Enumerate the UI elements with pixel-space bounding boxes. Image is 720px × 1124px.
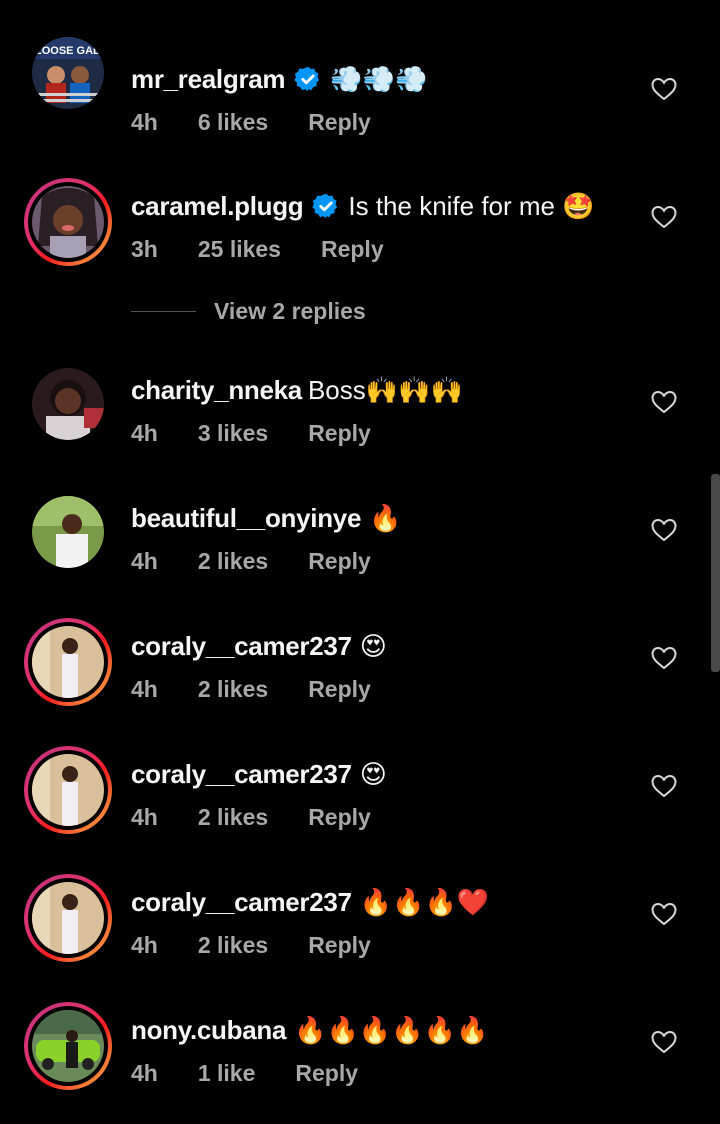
comment-header: coraly__camer237 😍 <box>131 754 387 794</box>
username[interactable]: mr_realgram <box>131 64 286 95</box>
verified-badge-icon <box>312 192 340 220</box>
comment-item: coraly__camer237 😍 4h 2 likes Reply <box>0 618 720 728</box>
reply-button[interactable]: Reply <box>308 548 371 575</box>
likes-count[interactable]: 2 likes <box>198 676 268 703</box>
comment-text: 😍 <box>359 758 387 789</box>
comment-time: 4h <box>131 108 158 135</box>
heart-outline-icon[interactable] <box>651 902 677 926</box>
avatar-image <box>32 1010 104 1082</box>
username[interactable]: charity_nneka <box>131 375 302 406</box>
reply-button[interactable]: Reply <box>308 676 371 703</box>
comment-meta: 4h 1 like Reply <box>131 1058 358 1088</box>
avatar-image <box>32 626 104 698</box>
username[interactable]: caramel.plugg <box>131 191 304 222</box>
heart-outline-icon[interactable] <box>651 646 677 670</box>
comment-meta: 4h 2 likes Reply <box>131 930 371 960</box>
avatar-image <box>32 882 104 954</box>
comment-meta: 4h 2 likes Reply <box>131 546 371 576</box>
avatar[interactable]: LOOSE GAD <box>24 29 112 117</box>
comment-text: 💨💨💨 <box>330 63 428 94</box>
comment-header: charity_nneka Boss🙌🙌🙌 <box>131 370 463 410</box>
comment-time: 4h <box>131 1059 158 1086</box>
comment-header: coraly__camer237 😍 <box>131 626 387 666</box>
heart-outline-icon[interactable] <box>651 518 677 542</box>
divider-line <box>131 310 196 312</box>
comment-text: Boss🙌🙌🙌 <box>307 374 463 405</box>
avatar-story-ring[interactable] <box>24 178 112 266</box>
comment-time: 4h <box>131 931 158 958</box>
avatar[interactable] <box>24 488 112 576</box>
reply-button[interactable]: Reply <box>308 420 371 447</box>
avatar-story-ring[interactable] <box>24 618 112 706</box>
comment-meta: 4h 2 likes Reply <box>131 674 371 704</box>
likes-count[interactable]: 25 likes <box>198 236 281 263</box>
avatar-image <box>32 186 104 258</box>
reply-button[interactable]: Reply <box>308 109 371 136</box>
username[interactable]: beautiful__onyinye <box>131 503 361 534</box>
verified-badge-icon <box>294 65 322 93</box>
likes-count[interactable]: 2 likes <box>198 548 268 575</box>
username[interactable]: coraly__camer237 <box>131 887 352 918</box>
comment-time: 4h <box>131 419 158 446</box>
likes-count[interactable]: 2 likes <box>198 804 268 831</box>
avatar-image <box>32 754 104 826</box>
comment-item: beautiful__onyinye 🔥 4h 2 likes Reply <box>0 490 720 600</box>
comment-text: 😍 <box>359 630 387 661</box>
avatar-image <box>32 368 104 440</box>
heart-outline-icon[interactable] <box>651 390 677 414</box>
comment-text: 🔥 <box>369 502 402 533</box>
avatar[interactable] <box>24 360 112 448</box>
comment-item: caramel.plugg Is the knife for me 🤩 3h 2… <box>0 178 720 288</box>
likes-count[interactable]: 2 likes <box>198 932 268 959</box>
avatar-story-ring[interactable] <box>24 746 112 834</box>
comment-time: 3h <box>131 235 158 262</box>
likes-count[interactable]: 6 likes <box>198 109 268 136</box>
reply-button[interactable]: Reply <box>321 236 384 263</box>
avatar-caption: LOOSE GAD <box>35 45 101 57</box>
comment-item: LOOSE GAD mr_realgram 💨💨💨 4h 6 likes Rep… <box>0 37 720 161</box>
avatar-story-ring[interactable] <box>24 874 112 962</box>
comment-time: 4h <box>131 803 158 830</box>
comment-header: mr_realgram 💨💨💨 <box>131 59 427 99</box>
comment-meta: 4h 3 likes Reply <box>131 418 371 448</box>
comment-text: Is the knife for me 🤩 <box>348 190 595 221</box>
comment-item: nony.cubana 🔥🔥🔥🔥🔥🔥 4h 1 like Reply <box>0 1002 720 1112</box>
reply-button[interactable]: Reply <box>308 804 371 831</box>
comment-meta: 3h 25 likes Reply <box>131 234 384 264</box>
comment-header: beautiful__onyinye 🔥 <box>131 498 401 538</box>
username[interactable]: coraly__camer237 <box>131 759 352 790</box>
view-replies-button[interactable]: View 2 replies <box>131 296 366 326</box>
comment-time: 4h <box>131 675 158 702</box>
comment-time: 4h <box>131 547 158 574</box>
comment-item: charity_nneka Boss🙌🙌🙌 4h 3 likes Reply <box>0 362 720 472</box>
comment-meta: 4h 2 likes Reply <box>131 802 371 832</box>
heart-outline-icon[interactable] <box>651 1030 677 1054</box>
reply-button[interactable]: Reply <box>295 1060 358 1087</box>
avatar-image: LOOSE GAD <box>32 37 104 109</box>
avatar-story-ring[interactable] <box>24 1002 112 1090</box>
likes-count[interactable]: 1 like <box>198 1060 256 1087</box>
comment-text: 🔥🔥🔥❤️ <box>359 886 490 917</box>
heart-outline-icon[interactable] <box>651 77 677 101</box>
comment-item: coraly__camer237 😍 4h 2 likes Reply <box>0 746 720 856</box>
scrollbar-thumb[interactable] <box>711 474 720 672</box>
heart-outline-icon[interactable] <box>651 205 677 229</box>
comment-header: coraly__camer237 🔥🔥🔥❤️ <box>131 882 489 922</box>
comment-item: coraly__camer237 🔥🔥🔥❤️ 4h 2 likes Reply <box>0 874 720 984</box>
comment-header: caramel.plugg Is the knife for me 🤩 <box>131 186 595 226</box>
reply-button[interactable]: Reply <box>308 932 371 959</box>
heart-outline-icon[interactable] <box>651 774 677 798</box>
avatar-image <box>32 496 104 568</box>
likes-count[interactable]: 3 likes <box>198 420 268 447</box>
username[interactable]: nony.cubana <box>131 1015 286 1046</box>
view-replies-label: View 2 replies <box>214 297 366 324</box>
comment-header: nony.cubana 🔥🔥🔥🔥🔥🔥 <box>131 1010 488 1050</box>
comment-text: 🔥🔥🔥🔥🔥🔥 <box>294 1014 489 1045</box>
comment-meta: 4h 6 likes Reply <box>131 107 371 137</box>
username[interactable]: coraly__camer237 <box>131 631 352 662</box>
